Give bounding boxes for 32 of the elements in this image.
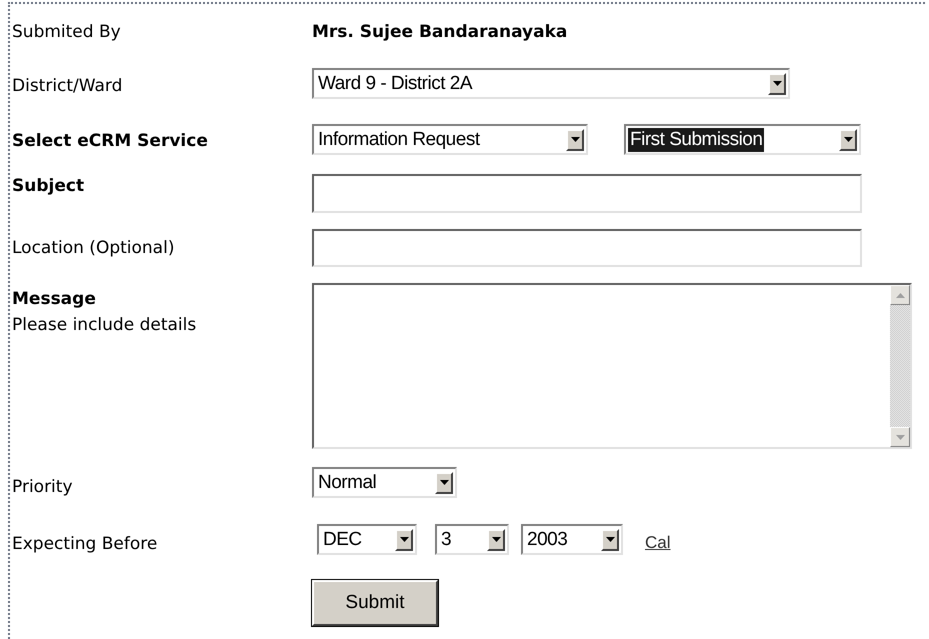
- caret-icon: [400, 537, 408, 542]
- field-label: Submited By: [12, 22, 121, 42]
- caret-icon: [844, 137, 852, 142]
- message-field[interactable]: [312, 283, 912, 449]
- dropdown[interactable]: Normal: [312, 467, 457, 498]
- dropdown[interactable]: First Submission: [624, 124, 861, 155]
- caret-icon: [492, 537, 500, 542]
- dropdown[interactable]: Information Request: [312, 124, 588, 155]
- dropdown[interactable]: DEC: [317, 524, 417, 556]
- subject-field[interactable]: [312, 174, 862, 213]
- field-label: Priority: [12, 477, 73, 497]
- submit-button[interactable]: Submit: [312, 580, 438, 626]
- caret-icon: [772, 81, 782, 86]
- field-label: Location (Optional): [12, 238, 174, 258]
- caret-icon: [440, 480, 448, 485]
- hint-text: Please include details: [12, 314, 198, 336]
- submitter-name: Mrs. Sujee Bandaranayaka: [312, 21, 568, 44]
- caret-icon: [570, 137, 580, 142]
- location-field[interactable]: [312, 229, 862, 267]
- field-label: District/Ward: [12, 76, 122, 96]
- up-arrow-icon[interactable]: [896, 292, 904, 298]
- dropdown[interactable]: 3: [435, 524, 509, 556]
- field-label: Expecting Before: [12, 534, 158, 554]
- field-label: Select eCRM Service: [12, 131, 208, 151]
- scrollbar[interactable]: [890, 285, 910, 447]
- dropdown[interactable]: Ward 9 - District 2A: [312, 68, 790, 99]
- field-label: Message: [12, 288, 97, 311]
- dropdown[interactable]: 2003: [521, 524, 623, 556]
- down-arrow-icon[interactable]: [896, 434, 904, 440]
- field-label: Subject: [12, 176, 84, 196]
- caret-icon: [606, 537, 614, 542]
- calendar-link[interactable]: Cal: [645, 530, 671, 556]
